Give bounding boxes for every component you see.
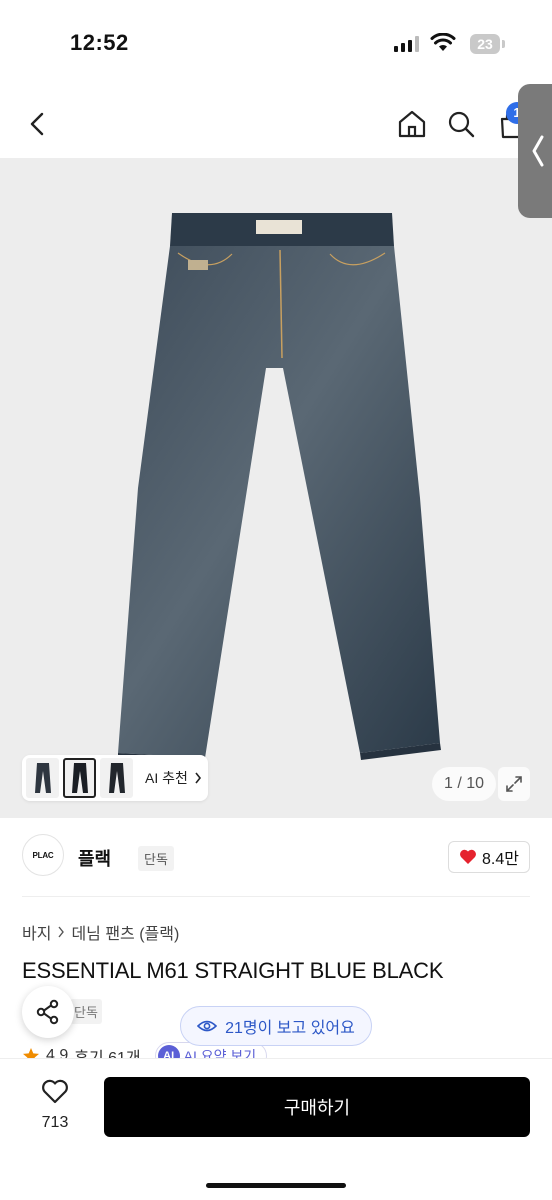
brand-name[interactable]: 플랙 bbox=[78, 845, 111, 871]
ai-recommend-label: AI 추천 bbox=[145, 770, 188, 786]
thumbnail-2[interactable] bbox=[63, 758, 96, 798]
eye-icon bbox=[197, 1020, 218, 1032]
expand-icon bbox=[506, 776, 522, 792]
brand-like-count: 8.4만 bbox=[482, 851, 519, 868]
buy-button[interactable]: 구매하기 bbox=[104, 1077, 530, 1137]
chevron-right-icon bbox=[195, 772, 201, 784]
status-time: 12:52 bbox=[70, 30, 129, 55]
exclusive-tag: 단독 bbox=[70, 999, 102, 1024]
viewers-count-pill: 21명이 보고 있어요 bbox=[180, 1006, 372, 1046]
search-icon bbox=[448, 111, 475, 138]
breadcrumb-item[interactable]: 바지 bbox=[22, 920, 51, 944]
thumbnail-1[interactable] bbox=[26, 758, 59, 798]
side-panel-handle[interactable] bbox=[518, 84, 552, 218]
top-nav bbox=[0, 90, 552, 158]
heart-filled-icon bbox=[460, 849, 476, 864]
product-image[interactable] bbox=[0, 158, 552, 818]
share-button[interactable] bbox=[22, 986, 74, 1038]
expand-image-button[interactable] bbox=[498, 767, 530, 801]
jeans-thumb-icon bbox=[34, 763, 51, 793]
chevron-left-icon bbox=[30, 112, 44, 136]
jeans-photo bbox=[118, 213, 441, 765]
status-bar: 12:52 23 bbox=[0, 0, 552, 90]
brand-like-button[interactable]: 8.4만 bbox=[448, 841, 530, 873]
wishlist-button[interactable]: 713 bbox=[30, 1079, 80, 1132]
brand-row: PLAC 플랙 단독 8.4만 bbox=[22, 834, 530, 880]
heart-outline-icon bbox=[42, 1079, 68, 1104]
battery-tip bbox=[502, 40, 505, 48]
back-button[interactable] bbox=[18, 104, 58, 144]
cellular-signal-icon bbox=[394, 36, 419, 52]
chevron-left-icon bbox=[532, 135, 544, 167]
share-icon bbox=[36, 999, 59, 1025]
thumbnail-strip: AI 추천 bbox=[22, 755, 208, 801]
jeans-thumb-icon bbox=[108, 763, 125, 793]
breadcrumb-item[interactable]: 데님 팬츠 (플랙) bbox=[71, 920, 179, 944]
ai-recommend-link[interactable]: AI 추천 bbox=[145, 768, 202, 788]
exclusive-tag: 단독 bbox=[138, 846, 174, 871]
search-button[interactable] bbox=[441, 104, 481, 144]
bottom-action-bar: 713 구매하기 bbox=[0, 1058, 552, 1200]
product-title: ESSENTIAL M61 STRAIGHT BLUE BLACK bbox=[22, 958, 444, 983]
wifi-icon bbox=[430, 33, 456, 51]
viewers-count-text: 21명이 보고 있어요 bbox=[225, 1020, 355, 1037]
wishlist-count: 713 bbox=[41, 1114, 69, 1131]
image-page-counter: 1 / 10 bbox=[432, 767, 496, 801]
divider bbox=[22, 896, 530, 897]
thumbnail-3[interactable] bbox=[100, 758, 133, 798]
jeans-thumb-icon bbox=[71, 763, 88, 793]
breadcrumb: 바지 데님 팬츠 (플랙) bbox=[22, 920, 179, 944]
home-button[interactable] bbox=[392, 104, 432, 144]
brand-logo[interactable]: PLAC bbox=[22, 834, 64, 876]
home-icon bbox=[398, 110, 426, 138]
chevron-right-icon bbox=[58, 926, 65, 938]
home-indicator bbox=[206, 1183, 346, 1188]
battery-icon: 23 bbox=[470, 34, 500, 54]
